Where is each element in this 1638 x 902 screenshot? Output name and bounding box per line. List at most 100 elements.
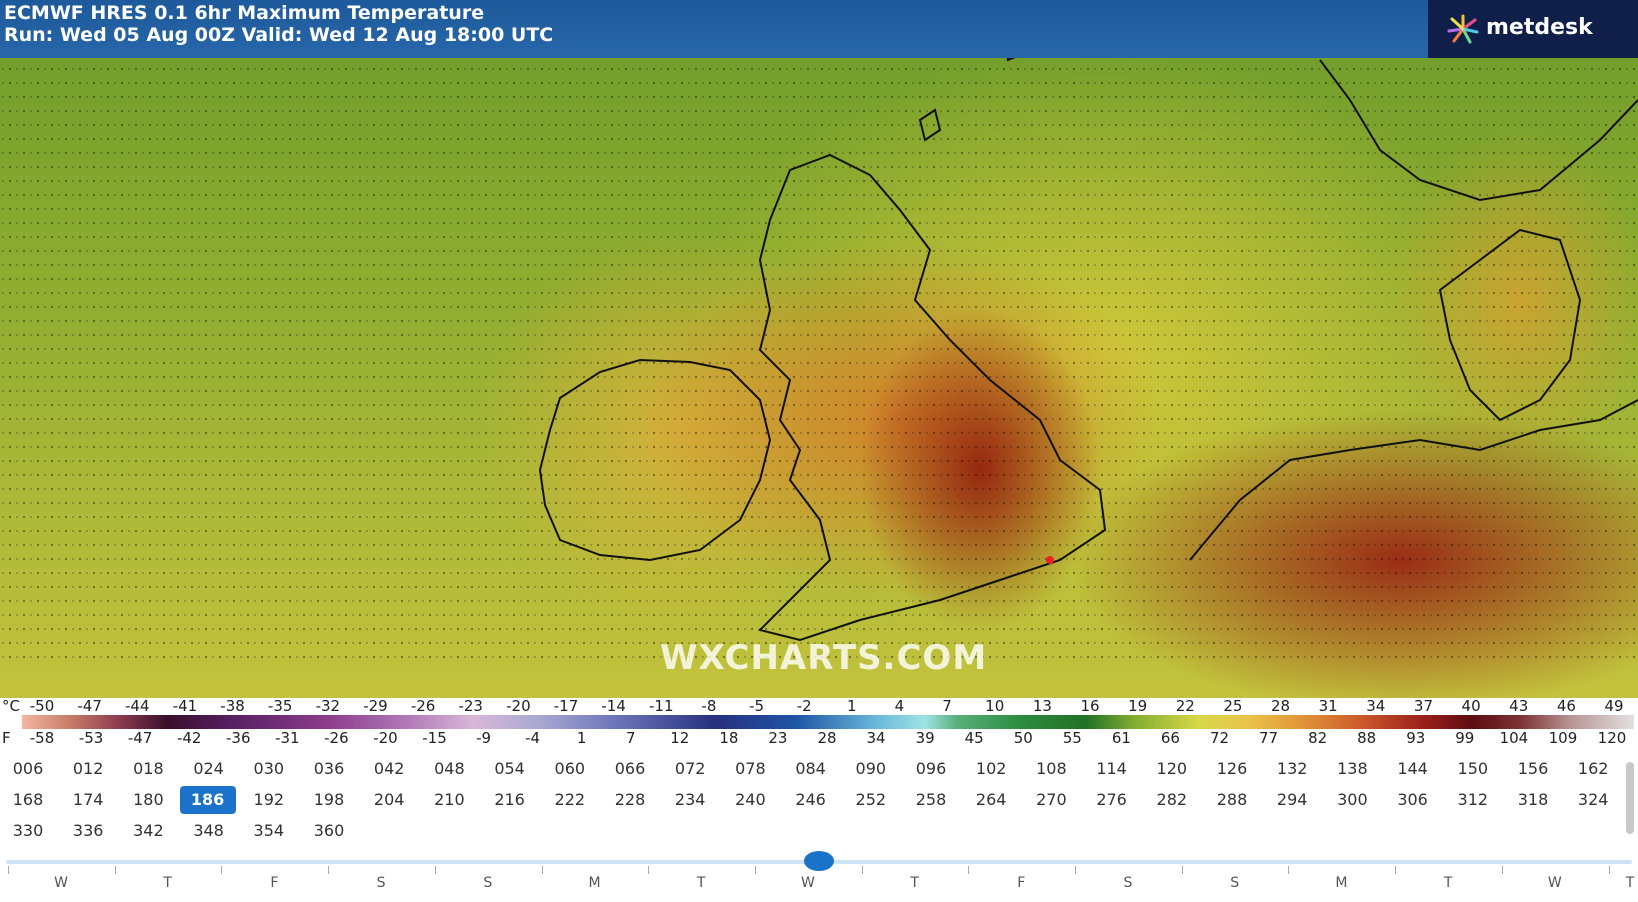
fahrenheit-tick: 39 bbox=[915, 729, 935, 747]
timestep-button-006[interactable]: 006 bbox=[0, 755, 57, 783]
timestep-button-144[interactable]: 144 bbox=[1384, 755, 1442, 783]
timestep-button-048[interactable]: 048 bbox=[420, 755, 478, 783]
london-marker bbox=[1046, 556, 1054, 564]
celsius-tick: -2 bbox=[796, 697, 812, 715]
timestep-button-180[interactable]: 180 bbox=[119, 786, 177, 814]
timestep-button-162[interactable]: 162 bbox=[1564, 755, 1622, 783]
day-label: T bbox=[1443, 875, 1453, 891]
timestep-button-336[interactable]: 336 bbox=[59, 817, 117, 845]
timestep-button-096[interactable]: 096 bbox=[902, 755, 960, 783]
timestep-button-126[interactable]: 126 bbox=[1203, 755, 1261, 783]
timestep-button-204[interactable]: 204 bbox=[360, 786, 418, 814]
fahrenheit-tick: 93 bbox=[1406, 729, 1426, 747]
day-tick bbox=[861, 866, 863, 874]
scandinavia-coastline bbox=[1319, 59, 1638, 202]
timestep-button-342[interactable]: 342 bbox=[119, 817, 177, 845]
fahrenheit-tick: 34 bbox=[866, 729, 886, 747]
timeline-scrollbar[interactable] bbox=[1626, 762, 1634, 834]
celsius-tick: 4 bbox=[894, 697, 905, 715]
timestep-button-060[interactable]: 060 bbox=[541, 755, 599, 783]
fahrenheit-tick: 72 bbox=[1209, 729, 1230, 747]
timestep-button-228[interactable]: 228 bbox=[601, 786, 659, 814]
fahrenheit-tick: -15 bbox=[422, 729, 447, 747]
timestep-button-024[interactable]: 024 bbox=[180, 755, 238, 783]
timestep-button-246[interactable]: 246 bbox=[782, 786, 840, 814]
fahrenheit-tick: -4 bbox=[525, 729, 541, 747]
timestep-button-306[interactable]: 306 bbox=[1384, 786, 1442, 814]
timestep-button-234[interactable]: 234 bbox=[661, 786, 719, 814]
timestep-button-216[interactable]: 216 bbox=[481, 786, 539, 814]
chart-run-valid-time: Run: Wed 05 Aug 00Z Valid: Wed 12 Aug 18… bbox=[4, 24, 554, 46]
celsius-tick: -23 bbox=[458, 697, 483, 715]
timestep-button-054[interactable]: 054 bbox=[481, 755, 539, 783]
timestep-button-030[interactable]: 030 bbox=[240, 755, 298, 783]
timestep-button-108[interactable]: 108 bbox=[1022, 755, 1080, 783]
timestep-button-240[interactable]: 240 bbox=[721, 786, 779, 814]
day-label: W bbox=[1547, 875, 1562, 891]
celsius-tick: -8 bbox=[701, 697, 717, 715]
day-label: S bbox=[1123, 875, 1133, 891]
fahrenheit-tick: 77 bbox=[1259, 729, 1279, 747]
timestep-button-312[interactable]: 312 bbox=[1444, 786, 1502, 814]
timestep-button-270[interactable]: 270 bbox=[1022, 786, 1080, 814]
timestep-button-288[interactable]: 288 bbox=[1203, 786, 1261, 814]
fahrenheit-tick: 61 bbox=[1111, 729, 1131, 747]
day-tick bbox=[1608, 866, 1610, 874]
timestep-button-066[interactable]: 066 bbox=[601, 755, 659, 783]
denmark-coastline bbox=[1438, 228, 1582, 422]
timestep-button-186[interactable]: 186 bbox=[179, 786, 236, 814]
watermark-text: WXCHARTS.COM bbox=[660, 638, 988, 678]
timestep-button-168[interactable]: 168 bbox=[0, 786, 57, 814]
fahrenheit-tick: 66 bbox=[1160, 729, 1180, 747]
timestep-button-318[interactable]: 318 bbox=[1504, 786, 1562, 814]
day-tick bbox=[1501, 866, 1503, 874]
celsius-tick: -11 bbox=[649, 697, 674, 715]
timestep-button-072[interactable]: 072 bbox=[661, 755, 719, 783]
timestep-button-354[interactable]: 354 bbox=[240, 817, 298, 845]
timestep-button-360[interactable]: 360 bbox=[300, 817, 358, 845]
chart-title-bar: ECMWF HRES 0.1 6hr Maximum Temperature R… bbox=[0, 0, 1428, 58]
timestep-button-120[interactable]: 120 bbox=[1143, 755, 1201, 783]
timestep-button-102[interactable]: 102 bbox=[962, 755, 1020, 783]
timestep-button-174[interactable]: 174 bbox=[59, 786, 117, 814]
timestep-button-210[interactable]: 210 bbox=[420, 786, 478, 814]
timestep-button-324[interactable]: 324 bbox=[1564, 786, 1622, 814]
timestep-button-018[interactable]: 018 bbox=[119, 755, 177, 783]
timestep-button-084[interactable]: 084 bbox=[782, 755, 840, 783]
day-label: F bbox=[270, 875, 279, 891]
timestep-button-294[interactable]: 294 bbox=[1263, 786, 1321, 814]
celsius-tick: -20 bbox=[506, 697, 531, 715]
day-label: M bbox=[1335, 875, 1348, 891]
timestep-button-348[interactable]: 348 bbox=[180, 817, 238, 845]
timestep-button-150[interactable]: 150 bbox=[1444, 755, 1502, 783]
timestep-button-300[interactable]: 300 bbox=[1323, 786, 1381, 814]
timestep-button-252[interactable]: 252 bbox=[842, 786, 900, 814]
timestep-button-132[interactable]: 132 bbox=[1263, 755, 1321, 783]
fahrenheit-tick: 28 bbox=[817, 729, 837, 747]
timestep-button-198[interactable]: 198 bbox=[300, 786, 358, 814]
timestep-button-192[interactable]: 192 bbox=[240, 786, 298, 814]
timestep-button-222[interactable]: 222 bbox=[541, 786, 599, 814]
timestep-button-090[interactable]: 090 bbox=[842, 755, 900, 783]
metdesk-logo[interactable]: metdesk bbox=[1428, 0, 1638, 58]
day-label: T bbox=[1625, 875, 1635, 891]
timestep-button-036[interactable]: 036 bbox=[300, 755, 358, 783]
timestep-button-012[interactable]: 012 bbox=[59, 755, 117, 783]
timestep-button-330[interactable]: 330 bbox=[0, 817, 57, 845]
timestep-button-138[interactable]: 138 bbox=[1323, 755, 1381, 783]
fahrenheit-tick: 1 bbox=[576, 729, 587, 747]
fahrenheit-unit: F bbox=[2, 729, 11, 747]
timestep-button-078[interactable]: 078 bbox=[721, 755, 779, 783]
temperature-map[interactable]: WXCHARTS.COM bbox=[0, 0, 1638, 698]
fahrenheit-tick: 109 bbox=[1548, 729, 1578, 747]
timestep-button-114[interactable]: 114 bbox=[1083, 755, 1141, 783]
timestep-button-258[interactable]: 258 bbox=[902, 786, 960, 814]
timestep-button-042[interactable]: 042 bbox=[360, 755, 418, 783]
celsius-scale: °C -50 -47 -44 -41 -38 -35 -32 -29 -26 -23 -20 -17 -… bbox=[0, 697, 1638, 715]
timestep-button-264[interactable]: 264 bbox=[962, 786, 1020, 814]
timestep-button-282[interactable]: 282 bbox=[1143, 786, 1201, 814]
timestep-button-156[interactable]: 156 bbox=[1504, 755, 1562, 783]
celsius-tick: 34 bbox=[1366, 697, 1386, 715]
fahrenheit-tick: -42 bbox=[176, 729, 202, 747]
timestep-button-276[interactable]: 276 bbox=[1083, 786, 1141, 814]
